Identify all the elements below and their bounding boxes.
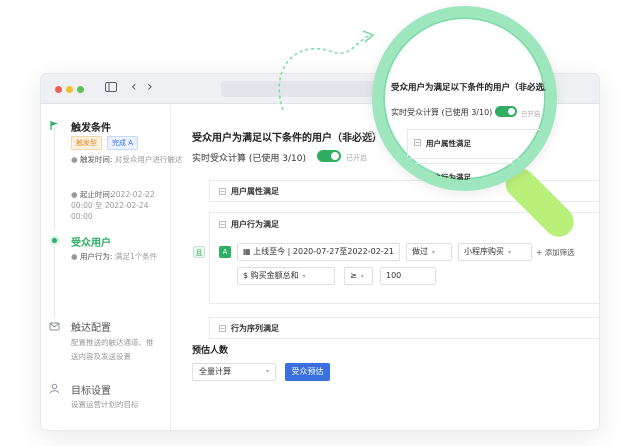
- chevron-down-icon: ▾: [302, 273, 306, 280]
- metric-value: $ 购买金额总和: [243, 271, 299, 280]
- step-connector: [54, 127, 55, 229]
- range-value: 2022-02-22 00:00 至 2022-02-24 00:00: [71, 190, 155, 221]
- chevron-down-icon: ▾: [432, 249, 436, 256]
- maximize-window-button[interactable]: [77, 86, 84, 93]
- operator-value: 做过: [412, 247, 428, 256]
- step-title-audience[interactable]: 受众用户: [71, 234, 111, 249]
- estimate-label: 预估人数: [192, 346, 229, 356]
- message-icon: [49, 321, 60, 332]
- delivery-desc-2: 送内容及发送设置: [71, 352, 131, 361]
- trigger-time-row: ● 触发时间: 对受众用户进行触达: [71, 155, 183, 164]
- magnifier: 受众用户为满足以下条件的用户（非必选） 实时受众计算 (已使用 3/10) 已开…: [350, 0, 640, 244]
- chevron-down-icon: ▾: [508, 249, 512, 256]
- magnified-content: 受众用户为满足以下条件的用户（非必选） 实时受众计算 (已使用 3/10) 已开…: [383, 17, 546, 180]
- back-icon[interactable]: ‹: [131, 79, 137, 95]
- flag-icon: [49, 120, 60, 131]
- behavior-row: ● 用户行为: 满足1个条件: [71, 252, 158, 261]
- behavior-value: 满足1个条件: [114, 252, 158, 261]
- sequence-group: − 行为序列满足: [209, 317, 599, 339]
- behavior-group-title: 用户行为满足: [231, 220, 279, 229]
- delivery-desc-1: 配置推送的触达通道、推: [71, 338, 154, 347]
- trigger-type-tag: 触发型: [71, 136, 102, 150]
- estimate-button[interactable]: 受众预估: [285, 363, 330, 381]
- close-window-button[interactable]: [55, 86, 62, 93]
- event-value: 小程序购买: [464, 247, 504, 256]
- steps-sidebar: 触发条件 触发型 完成 A ● 触发时间: 对受众用户进行触达 ● 起止时间: …: [41, 105, 182, 430]
- minimize-window-button[interactable]: [66, 86, 73, 93]
- magnified-toggle: [495, 106, 517, 117]
- status-tag: 完成 A: [107, 136, 139, 150]
- magnified-attribute-title: 用户属性满足: [426, 139, 471, 148]
- forward-icon[interactable]: ›: [147, 79, 153, 95]
- trigger-time-label: 触发时间:: [79, 155, 113, 164]
- magnified-title: 受众用户为满足以下条件的用户（非必选）: [391, 83, 553, 93]
- operator-select[interactable]: 做过 ▾: [406, 243, 452, 261]
- magnified-attribute-group: − 用户属性满足: [407, 129, 546, 159]
- estimate-select[interactable]: 全量计算 ▾: [192, 363, 276, 381]
- magnifier-lens: 受众用户为满足以下条件的用户（非必选） 实时受众计算 (已使用 3/10) 已开…: [372, 6, 557, 191]
- expand-icon: −: [414, 139, 421, 146]
- step-title-trigger[interactable]: 触发条件: [71, 119, 111, 134]
- comparator-select[interactable]: ≥ ▾: [344, 267, 373, 285]
- value-input[interactable]: 100: [380, 267, 436, 285]
- attribute-group-title: 用户属性满足: [231, 187, 279, 196]
- user-icon: [49, 383, 60, 394]
- active-step-icon: [49, 235, 60, 246]
- magnified-realtime-label: 实时受众计算 (已使用 3/10): [391, 108, 493, 117]
- metric-select[interactable]: $ 购买金额总和 ▾: [237, 267, 335, 285]
- chevron-down-icon: ▾: [265, 368, 269, 375]
- realtime-toggle[interactable]: [317, 150, 341, 162]
- expand-icon[interactable]: −: [219, 221, 226, 228]
- magnified-behavior-title: 用户行为满足: [426, 173, 471, 182]
- behavior-label: 用户行为:: [79, 252, 113, 261]
- and-badge[interactable]: 且: [193, 246, 205, 258]
- add-filter-link[interactable]: + 添加筛选: [536, 247, 575, 258]
- step-connector: [54, 245, 55, 317]
- step-title-delivery[interactable]: 触达配置: [71, 319, 111, 334]
- calendar-icon: ▦: [243, 247, 254, 256]
- estimate-select-value: 全量计算: [199, 367, 231, 376]
- goal-desc: 设置运营计划的目标: [71, 400, 139, 409]
- rule-badge: A: [219, 246, 231, 258]
- realtime-label: 实时受众计算 (已使用 3/10): [192, 154, 306, 164]
- event-select[interactable]: 小程序购买 ▾: [458, 243, 532, 261]
- expand-icon[interactable]: −: [219, 188, 226, 195]
- step-title-goal[interactable]: 目标设置: [71, 382, 111, 397]
- comparator-value: ≥: [350, 271, 357, 280]
- sidebar-toggle-icon[interactable]: [105, 81, 117, 97]
- date-range-value: 上线至今 | 2020-07-27至2022-02-21: [253, 247, 394, 256]
- sequence-group-title: 行为序列满足: [231, 324, 279, 333]
- expand-icon[interactable]: −: [219, 325, 226, 332]
- magnified-toggle-status: 已开启: [521, 110, 541, 118]
- expand-icon: −: [414, 173, 421, 180]
- date-range-field[interactable]: ▦ 上线至今 | 2020-07-27至2022-02-21: [237, 243, 400, 261]
- chevron-down-icon: ▾: [360, 273, 364, 280]
